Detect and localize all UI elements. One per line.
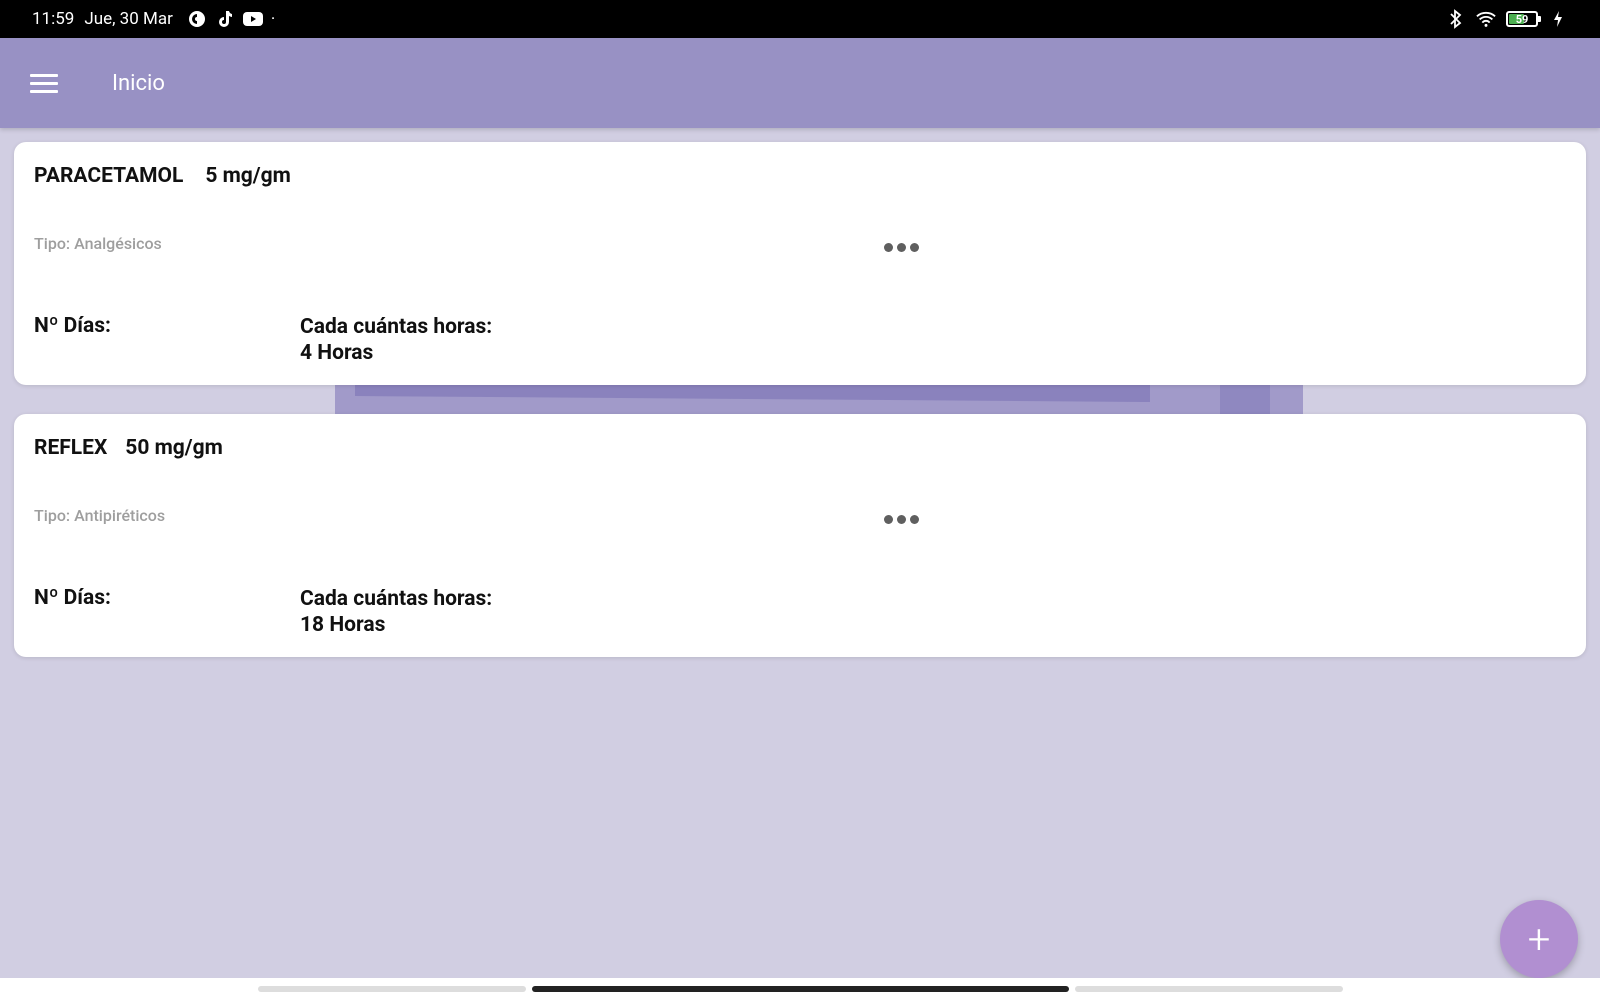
frequency-label: Cada cuántas horas: xyxy=(300,315,493,339)
medication-name: REFLEX xyxy=(34,436,108,460)
tiktok-icon xyxy=(215,9,235,29)
more-options-icon[interactable] xyxy=(876,232,926,262)
charging-icon xyxy=(1548,9,1568,29)
frequency-label: Cada cuántas horas: xyxy=(300,587,493,611)
medication-type: Tipo: Analgésicos xyxy=(34,234,162,253)
add-medication-button[interactable]: + xyxy=(1500,900,1578,978)
youtube-icon xyxy=(242,9,263,29)
plus-icon: + xyxy=(1527,915,1551,963)
medication-dose: 50 mg/gm xyxy=(125,436,223,460)
status-time: 11:59 xyxy=(32,9,75,29)
status-right: 59 xyxy=(1446,9,1568,29)
bluetooth-icon xyxy=(1446,9,1466,29)
medication-title: PARACETAMOL 5 mg/gm xyxy=(34,164,291,188)
frequency: Cada cuántas horas: 18 Horas xyxy=(300,586,492,638)
days-label: Nº Días: xyxy=(34,314,111,338)
more-options-icon[interactable] xyxy=(876,504,926,534)
status-dot: · xyxy=(270,9,276,29)
medication-title: REFLEX 50 mg/gm xyxy=(34,436,223,460)
medication-name: PARACETAMOL xyxy=(34,164,184,188)
status-bar: 11:59 Jue, 30 Mar · 59 xyxy=(0,0,1600,38)
hamburger-menu-icon[interactable] xyxy=(30,63,70,103)
medication-type: Tipo: Antipiréticos xyxy=(34,506,166,525)
status-left: 11:59 Jue, 30 Mar · xyxy=(32,9,275,29)
c-app-icon xyxy=(187,9,207,29)
nav-handle-right[interactable] xyxy=(1075,986,1343,992)
medication-dose: 5 mg/gm xyxy=(205,164,291,188)
frequency-value: 18 Horas xyxy=(300,613,386,637)
nav-handle-center[interactable] xyxy=(532,986,1069,992)
frequency-value: 4 Horas xyxy=(300,341,374,365)
page-title: Inicio xyxy=(112,70,165,96)
nav-handle-left[interactable] xyxy=(258,986,526,992)
days-label: Nº Días: xyxy=(34,586,111,610)
battery-icon: 59 xyxy=(1506,11,1541,27)
medication-card[interactable]: PARACETAMOL 5 mg/gm Tipo: Analgésicos Nº… xyxy=(14,142,1586,385)
app-bar: Inicio xyxy=(0,38,1600,128)
frequency: Cada cuántas horas: 4 Horas xyxy=(300,314,492,366)
battery-level: 59 xyxy=(1515,13,1529,26)
wifi-icon xyxy=(1476,9,1496,29)
status-date: Jue, 30 Mar xyxy=(84,9,173,29)
medication-card[interactable]: REFLEX 50 mg/gm Tipo: Antipiréticos Nº D… xyxy=(14,414,1586,657)
navigation-bar xyxy=(0,978,1600,1000)
